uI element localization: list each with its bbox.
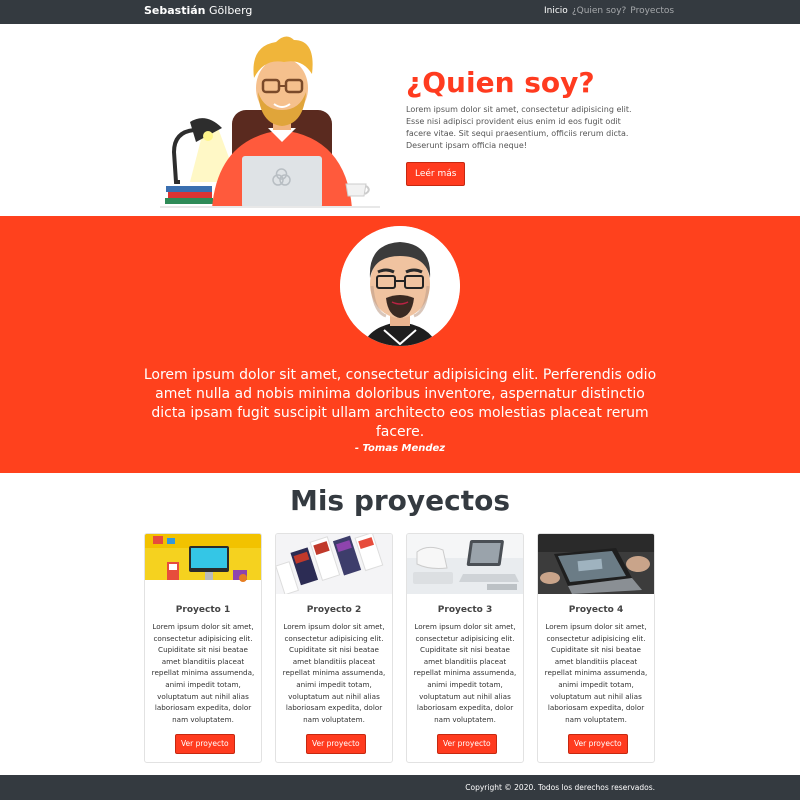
project-description: Lorem ipsum dolor sit amet, consectetur … — [413, 622, 517, 724]
nav-link-proyectos[interactable]: Proyectos — [630, 5, 674, 17]
project-description: Lorem ipsum dolor sit amet, consectetur … — [544, 622, 648, 724]
view-project-button[interactable]: Ver proyecto — [437, 734, 497, 754]
project-1-image — [145, 534, 261, 594]
avatar — [340, 226, 460, 346]
brand-first-name: Sebastián — [144, 4, 206, 17]
nav-link-quien-soy[interactable]: ¿Quien soy? — [572, 5, 626, 17]
hero-title: ¿Quien soy? — [406, 66, 595, 99]
nav-links: Inicio ¿Quien soy? Proyectos — [544, 5, 674, 17]
view-project-button[interactable]: Ver proyecto — [306, 734, 366, 754]
developer-illustration — [160, 36, 380, 208]
view-project-button[interactable]: Ver proyecto — [568, 734, 628, 754]
project-title: Proyecto 3 — [437, 605, 493, 615]
hero-text: ¿Quien soy? Lorem ipsum dolor sit amet, … — [406, 66, 636, 186]
project-description: Lorem ipsum dolor sit amet, consectetur … — [151, 622, 255, 724]
project-title: Proyecto 4 — [568, 605, 624, 615]
project-card: Proyecto 2 Lorem ipsum dolor sit amet, c… — [275, 533, 393, 763]
brand-link[interactable]: Sebastián Gölberg — [144, 4, 252, 18]
project-card: Proyecto 1 Lorem ipsum dolor sit amet, c… — [144, 533, 262, 763]
projects-title: Mis proyectos — [289, 484, 511, 517]
navbar: Sebastián Gölberg Inicio ¿Quien soy? Pro… — [0, 0, 800, 24]
copyright-text: Copyright © 2020. Todos los derechos res… — [465, 783, 655, 792]
project-4-image — [538, 534, 654, 594]
read-more-button[interactable]: Leér más — [406, 162, 466, 186]
project-title: Proyecto 1 — [175, 605, 231, 615]
hero-section: ¿Quien soy? Lorem ipsum dolor sit amet, … — [0, 24, 800, 216]
testimonial-quote: Lorem ipsum dolor sit amet, consectetur … — [143, 367, 657, 440]
testimonial-author: - Tomas Mendez — [354, 443, 446, 454]
project-title: Proyecto 2 — [306, 605, 362, 615]
project-description: Lorem ipsum dolor sit amet, consectetur … — [282, 622, 386, 724]
hero-description: Lorem ipsum dolor sit amet, consectetur … — [406, 105, 632, 150]
project-2-image — [276, 534, 392, 594]
project-card: Proyecto 4 Lorem ipsum dolor sit amet, c… — [537, 533, 655, 763]
project-card: Proyecto 3 Lorem ipsum dolor sit amet, c… — [406, 533, 524, 763]
avatar-illustration — [340, 226, 460, 346]
project-3-image — [407, 534, 523, 594]
view-project-button[interactable]: Ver proyecto — [175, 734, 235, 754]
testimonial-section: Lorem ipsum dolor sit amet, consectetur … — [0, 216, 800, 473]
brand-last-name: Gölberg — [209, 4, 253, 17]
footer: Copyright © 2020. Todos los derechos res… — [0, 775, 800, 800]
nav-link-inicio[interactable]: Inicio — [544, 5, 568, 17]
